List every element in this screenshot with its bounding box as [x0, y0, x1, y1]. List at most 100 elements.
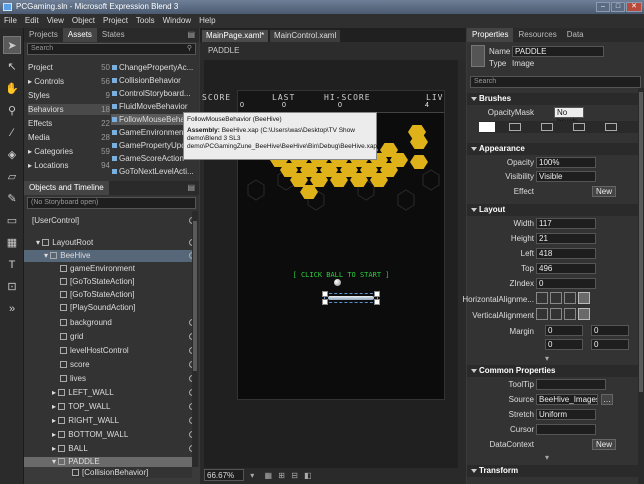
category-effects[interactable]: Effects 22	[28, 118, 110, 129]
close-button[interactable]: ✕	[626, 2, 642, 12]
eyedropper-tool-icon[interactable]: ∕	[3, 124, 21, 142]
resize-handle[interactable]	[374, 299, 380, 305]
doc-tab-mainpage[interactable]: MainPage.xaml*	[202, 30, 269, 42]
menu-view[interactable]: View	[47, 16, 64, 25]
menu-window[interactable]: Window	[163, 16, 191, 25]
align-bottom-icon[interactable]	[564, 308, 576, 320]
effects-toggle-icon[interactable]: ▦	[264, 471, 272, 480]
category-media[interactable]: Media 28	[28, 132, 110, 143]
opacity-field[interactable]: 100%	[536, 157, 596, 168]
source-browse-button[interactable]: …	[601, 394, 613, 405]
menu-edit[interactable]: Edit	[25, 16, 39, 25]
tree-node[interactable]: [UserControl]	[32, 215, 79, 227]
tree-node[interactable]: ▸ LEFT_WALL	[52, 387, 114, 399]
tab-data[interactable]: Data	[562, 28, 589, 42]
section-brushes[interactable]: Brushes	[467, 93, 644, 105]
name-field[interactable]: PADDLE	[512, 46, 604, 57]
assets-search-input[interactable]: Search ⚲	[27, 43, 196, 55]
tile-brush-icon[interactable]	[573, 123, 585, 131]
brush-transform-tool-icon[interactable]: ▱	[3, 168, 21, 186]
tree-node[interactable]: [PlaySoundAction]	[60, 302, 135, 314]
tree-node[interactable]: ▸ BALL	[52, 443, 88, 455]
control-tool-icon[interactable]: ⊡	[3, 278, 21, 296]
align-right-icon[interactable]	[564, 292, 576, 304]
cursor-dropdown[interactable]	[536, 424, 596, 435]
paint-bucket-tool-icon[interactable]: ◈	[3, 146, 21, 164]
zoom-field[interactable]: 66.67%	[204, 469, 244, 481]
asset-item[interactable]: CollisionBehavior	[111, 75, 198, 86]
annotations-icon[interactable]: ◧	[304, 471, 312, 480]
visibility-dropdown[interactable]: Visible	[536, 171, 596, 182]
tree-node[interactable]: grid	[60, 331, 83, 343]
resize-handle[interactable]	[374, 291, 380, 297]
common-expander-icon[interactable]: ▾	[545, 453, 549, 462]
zoom-dropdown-icon[interactable]: ▾	[250, 471, 254, 480]
doc-tab-maincontrol[interactable]: MainControl.xaml	[270, 30, 341, 42]
tree-node[interactable]: [CollisionBehavior]	[72, 467, 192, 478]
align-stretch-icon[interactable]	[578, 292, 590, 304]
menu-help[interactable]: Help	[199, 16, 215, 25]
height-field[interactable]: 21	[536, 233, 596, 244]
tree-node[interactable]: lives	[60, 373, 86, 385]
panel-menu-icon[interactable]: ▤	[187, 181, 195, 195]
align-middle-icon[interactable]	[550, 308, 562, 320]
no-brush-value[interactable]: No brush	[554, 107, 584, 126]
text-tool-icon[interactable]: T	[3, 256, 21, 274]
zoom-tool-icon[interactable]: ⚲	[3, 102, 21, 120]
no-brush-icon[interactable]	[479, 122, 495, 132]
asset-item[interactable]: ControlStoryboard...	[111, 88, 198, 99]
snap-grid-icon[interactable]: ⊞	[278, 471, 285, 480]
pan-tool-icon[interactable]: ✋	[3, 80, 21, 98]
game-ball[interactable]	[334, 279, 341, 286]
align-center-icon[interactable]	[550, 292, 562, 304]
tab-states[interactable]: States	[97, 28, 130, 42]
direct-selection-tool-icon[interactable]: ↖	[3, 58, 21, 76]
snap-lines-icon[interactable]: ⊟	[291, 471, 298, 480]
align-vstretch-icon[interactable]	[578, 308, 590, 320]
properties-scrollbar-thumb[interactable]	[639, 92, 643, 392]
asset-tool-icon[interactable]: »	[3, 300, 21, 318]
storyboard-picker[interactable]: (No Storyboard open)	[27, 197, 196, 209]
tree-node[interactable]: gameEnvironment	[60, 263, 135, 275]
left-field[interactable]: 418	[536, 248, 596, 259]
section-common-properties[interactable]: Common Properties	[467, 365, 644, 377]
gradient-brush-icon[interactable]	[541, 123, 553, 131]
pen-tool-icon[interactable]: ✎	[3, 190, 21, 208]
panel-menu-icon[interactable]: ▤	[187, 28, 195, 42]
asset-item[interactable]: FluidMoveBehavior	[111, 101, 198, 112]
tooltip-field[interactable]	[536, 379, 606, 390]
align-left-icon[interactable]	[536, 292, 548, 304]
stretch-dropdown[interactable]: Uniform	[536, 409, 596, 420]
resource-brush-icon[interactable]	[605, 123, 617, 131]
tree-node[interactable]: score	[60, 359, 90, 371]
paddle-selection-box[interactable]	[322, 291, 380, 305]
zindex-field[interactable]: 0	[536, 278, 596, 289]
tree-node-selected[interactable]: ▾ BeeHive	[24, 250, 196, 262]
tab-properties[interactable]: Properties	[467, 28, 514, 42]
width-field[interactable]: 117	[536, 218, 596, 229]
category-controls[interactable]: ▸ Controls 56	[28, 76, 110, 87]
resize-handle[interactable]	[322, 291, 328, 297]
tree-node[interactable]: ▸ BOTTOM_WALL	[52, 429, 128, 441]
layout-expander-icon[interactable]: ▾	[545, 354, 549, 363]
tree-scrollbar[interactable]	[192, 211, 198, 467]
selection-tool-icon[interactable]: ➤	[3, 36, 21, 54]
margin-left-field[interactable]: 0	[545, 325, 583, 336]
properties-scrollbar[interactable]	[638, 88, 644, 484]
source-dropdown[interactable]: BeeHive_Images/(...	[536, 394, 598, 405]
tree-node[interactable]: ▸ TOP_WALL	[52, 401, 111, 413]
properties-search-input[interactable]: Search	[470, 76, 641, 88]
effect-new-button[interactable]: New	[592, 186, 616, 197]
grid-tool-icon[interactable]: ▦	[3, 234, 21, 252]
asset-item[interactable]: GoToNextLevelActi...	[111, 166, 198, 177]
category-project[interactable]: Project 50	[28, 62, 110, 73]
margin-bottom-field[interactable]: 0	[591, 339, 629, 350]
tree-node[interactable]: [GoToStateAction]	[60, 289, 134, 301]
resize-handle[interactable]	[322, 299, 328, 305]
tree-node-paddle[interactable]: ▾ PADDLE	[24, 457, 196, 467]
menu-tools[interactable]: Tools	[136, 16, 155, 25]
tab-resources[interactable]: Resources	[513, 28, 561, 42]
paddle[interactable]	[328, 296, 374, 300]
tree-scrollbar-thumb[interactable]	[193, 221, 197, 371]
minimize-button[interactable]: –	[596, 2, 610, 12]
